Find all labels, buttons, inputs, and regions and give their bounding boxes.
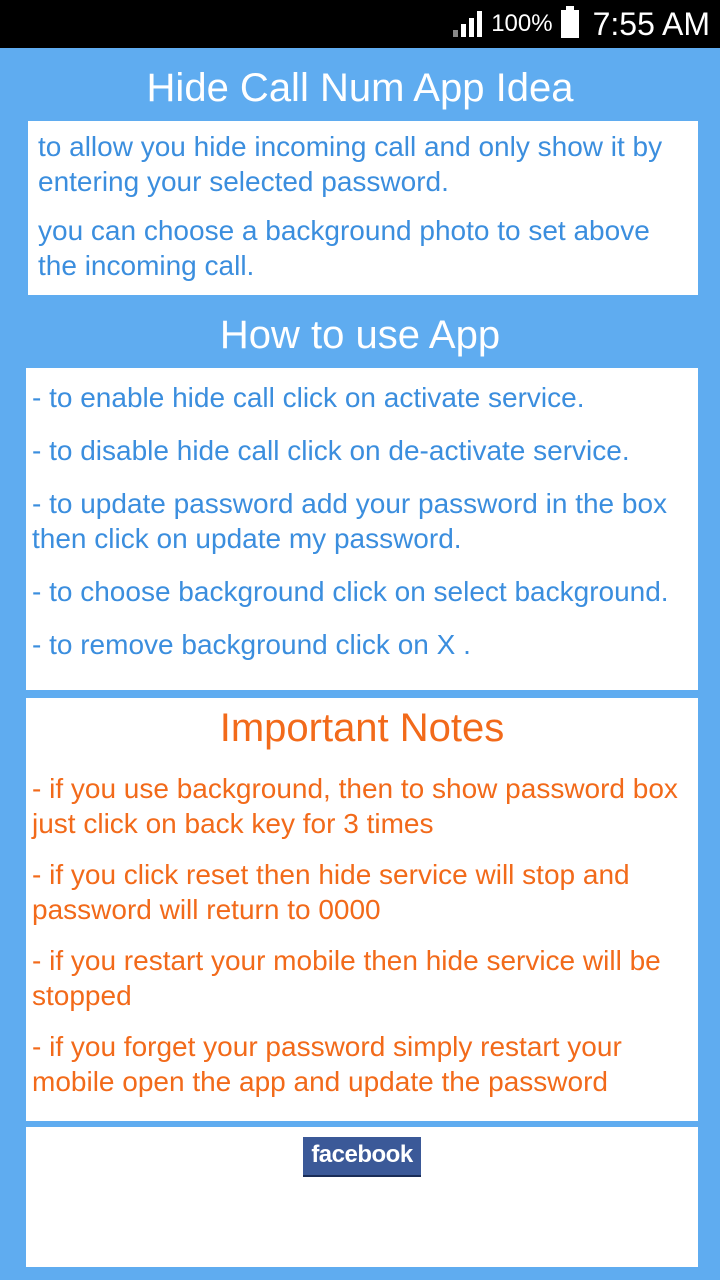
battery-percent: 100% [491, 10, 552, 38]
howto-line-5: - to remove background click on X . [32, 627, 692, 662]
status-time: 7:55 AM [593, 6, 710, 43]
card-social: facebook [26, 1127, 698, 1267]
battery-icon [561, 10, 579, 38]
howto-line-2: - to disable hide call click on de-activ… [32, 433, 692, 468]
howto-line-4: - to choose background click on select b… [32, 574, 692, 609]
card-notes: Important Notes - if you use background,… [26, 698, 698, 1121]
howto-line-3: - to update password add your password i… [32, 486, 692, 556]
notes-line-4: - if you forget your password simply res… [32, 1029, 692, 1099]
app-content: Hide Call Num App Idea to allow you hide… [0, 48, 720, 1267]
section-title-notes: Important Notes [32, 706, 692, 761]
howto-line-1: - to enable hide call click on activate … [32, 380, 692, 415]
section-title-idea: Hide Call Num App Idea [0, 48, 720, 121]
status-bar: 100% 7:55 AM [0, 0, 720, 48]
notes-line-2: - if you click reset then hide service w… [32, 857, 692, 927]
section-title-howto: How to use App [0, 295, 720, 368]
signal-icon [453, 11, 483, 37]
card-idea: to allow you hide incoming call and only… [28, 121, 698, 295]
idea-line-2: you can choose a background photo to set… [38, 213, 688, 283]
notes-line-3: - if you restart your mobile then hide s… [32, 943, 692, 1013]
card-howto: - to enable hide call click on activate … [26, 368, 698, 690]
notes-line-1: - if you use background, then to show pa… [32, 771, 692, 841]
facebook-link[interactable]: facebook [303, 1137, 420, 1177]
idea-line-1: to allow you hide incoming call and only… [38, 129, 688, 199]
